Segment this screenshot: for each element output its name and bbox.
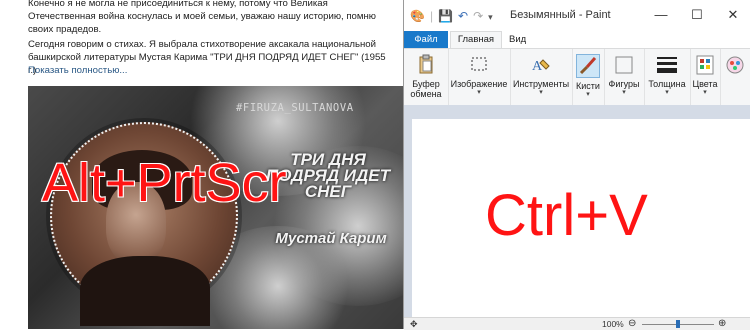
paint-window: 🎨 | 💾 ↶ ↷ ▾ Безымянный - Paint — ☐ ✕ Файл Гла… [403,0,750,330]
colors-icon [694,54,716,76]
ribbon-tabs: Файл Главная Вид [404,31,750,49]
chevron-down-icon: ▾ [539,89,543,96]
image-watermark: #FIRUZA_SULTANOVA [236,102,354,114]
brushes-group[interactable]: Кисти ▾ [572,49,605,105]
save-icon[interactable]: 💾 [438,9,453,23]
move-icon: ✥ [410,319,418,329]
tab-home[interactable]: Главная [450,31,502,49]
colors-group[interactable]: Цвета ▾ [690,49,721,105]
chevron-down-icon: ▾ [622,89,626,96]
zoom-out-button[interactable]: ⊖ [628,318,636,330]
alt-prtscr-annotation: Alt+PrtScr [41,152,288,214]
undo-icon[interactable]: ↶ [458,9,468,23]
brush-icon [576,54,600,78]
image-group[interactable]: Изображение ▾ [448,49,511,105]
edit-colors-icon [724,54,746,76]
show-more-link[interactable]: Показать полностью... [28,65,127,76]
clipboard-icon [415,54,437,76]
ctrl-v-annotation: Ctrl+V [484,182,649,249]
maximize-button[interactable]: ☐ [679,0,715,31]
redo-icon[interactable]: ↷ [473,9,483,23]
tools-label: Инструменты [512,79,570,89]
paint-app-icon: 🎨 [410,9,425,23]
tab-file[interactable]: Файл [404,31,448,48]
brushes-label: Кисти [576,81,600,91]
status-bar: ✥ 100% ⊖ ⊕ [404,317,750,330]
size-group[interactable]: Толщина ▾ [644,49,691,105]
chevron-down-icon: ▾ [665,89,669,96]
ribbon: Буфер обмена Изображение ▾ A Инструменты… [404,48,750,106]
customize-qat-icon[interactable]: ▾ [488,12,493,22]
portrait-coat [80,256,210,326]
portrait-circle [50,122,238,326]
select-icon [468,54,490,76]
shapes-label: Фигуры [608,79,640,89]
title-bar: 🎨 | 💾 ↶ ↷ ▾ Безымянный - Paint — ☐ ✕ [404,0,750,31]
chevron-down-icon: ▾ [703,89,707,96]
shapes-icon [613,54,635,76]
size-label: Толщина [648,79,686,89]
chevron-down-icon: ▾ [586,91,590,98]
poem-author: Мустай Карим [275,230,387,247]
window-title: Безымянный - Paint [510,9,611,21]
zoom-level: 100% [602,319,624,329]
shapes-group[interactable]: Фигуры ▾ [604,49,645,105]
zoom-in-button[interactable]: ⊕ [718,318,726,330]
tools-group[interactable]: A Инструменты ▾ [510,49,573,105]
chevron-down-icon: ▾ [477,89,481,96]
quick-access-toolbar: 🎨 | 💾 ↶ ↷ ▾ [410,9,498,23]
edit-colors-group[interactable] [720,49,750,105]
colors-label: Цвета [692,79,718,89]
post-text-line1: Конечно я не могла не присоединиться к н… [28,0,376,36]
separator: | [429,9,434,23]
tools-icon: A [530,54,552,76]
clipboard-group[interactable]: Буфер обмена [404,49,449,105]
close-button[interactable]: ✕ [715,0,750,31]
minimize-button[interactable]: — [643,0,679,31]
image-label: Изображение [450,79,508,89]
tab-view[interactable]: Вид [509,31,526,48]
clipboard-label: Буфер обмена [410,79,442,99]
line-size-icon [656,54,678,76]
zoom-slider-thumb[interactable] [676,320,680,328]
